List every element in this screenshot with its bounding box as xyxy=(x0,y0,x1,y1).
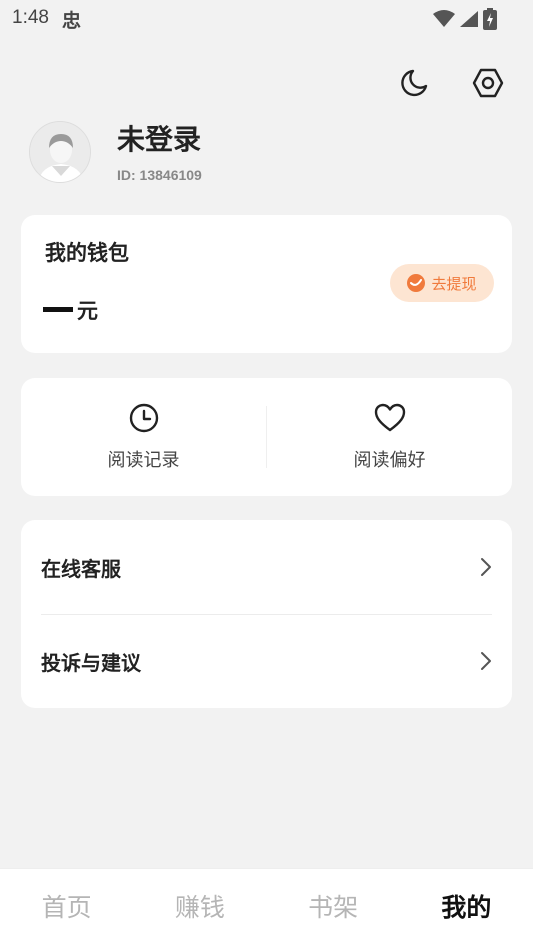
chevron-right-icon xyxy=(481,558,491,576)
wallet-card[interactable]: 我的钱包 元 去提现 xyxy=(21,215,512,353)
nav-item-bookshelf[interactable]: 书架 xyxy=(267,869,400,947)
service-card: 在线客服 投诉与建议 xyxy=(21,520,512,708)
wallet-amount: 元 xyxy=(43,295,98,325)
profile-id: ID: 13846109 xyxy=(117,167,202,183)
status-app-glyph: 忠 xyxy=(62,10,82,32)
battery-icon xyxy=(483,8,497,30)
withdraw-label: 去提现 xyxy=(431,274,477,293)
online-service-row[interactable]: 在线客服 xyxy=(21,520,512,614)
reading-preference-label: 阅读偏好 xyxy=(353,450,426,471)
moon-icon xyxy=(401,69,428,97)
clock-icon xyxy=(129,403,158,433)
wallet-amount-placeholder xyxy=(43,307,73,312)
reading-history-label: 阅读记录 xyxy=(107,450,180,471)
withdraw-button[interactable]: 去提现 xyxy=(390,264,494,302)
signal-icon xyxy=(460,11,478,27)
feedback-row[interactable]: 投诉与建议 xyxy=(21,614,512,708)
bottom-nav: 首页 赚钱 书架 我的 xyxy=(0,868,533,947)
profile-screen: 1:48 忠 未登录 ID: 13846109 我的钱包 元 去提现 阅读记录 … xyxy=(0,0,533,947)
reading-preference-button[interactable]: 阅读偏好 xyxy=(267,378,512,496)
status-bar: 1:48 忠 xyxy=(0,0,533,36)
online-service-label: 在线客服 xyxy=(41,556,121,581)
night-mode-button[interactable] xyxy=(397,66,431,100)
default-avatar-icon xyxy=(30,122,90,182)
heart-icon xyxy=(374,403,405,432)
nav-item-home[interactable]: 首页 xyxy=(0,869,133,947)
nav-item-mine[interactable]: 我的 xyxy=(400,869,533,947)
nav-item-earn[interactable]: 赚钱 xyxy=(133,869,266,947)
wallet-unit: 元 xyxy=(77,299,98,323)
status-time: 1:48 xyxy=(12,7,49,28)
feedback-label: 投诉与建议 xyxy=(41,650,141,675)
chevron-right-icon xyxy=(481,652,491,670)
reading-history-button[interactable]: 阅读记录 xyxy=(21,378,266,496)
status-icons xyxy=(433,8,497,30)
settings-icon xyxy=(472,68,504,98)
withdraw-icon xyxy=(407,274,426,292)
settings-button[interactable] xyxy=(471,66,505,100)
wifi-icon xyxy=(433,10,455,27)
avatar[interactable] xyxy=(29,121,91,183)
profile-name[interactable]: 未登录 xyxy=(117,118,201,158)
wallet-title: 我的钱包 xyxy=(45,241,129,265)
reading-card: 阅读记录 阅读偏好 xyxy=(21,378,512,496)
